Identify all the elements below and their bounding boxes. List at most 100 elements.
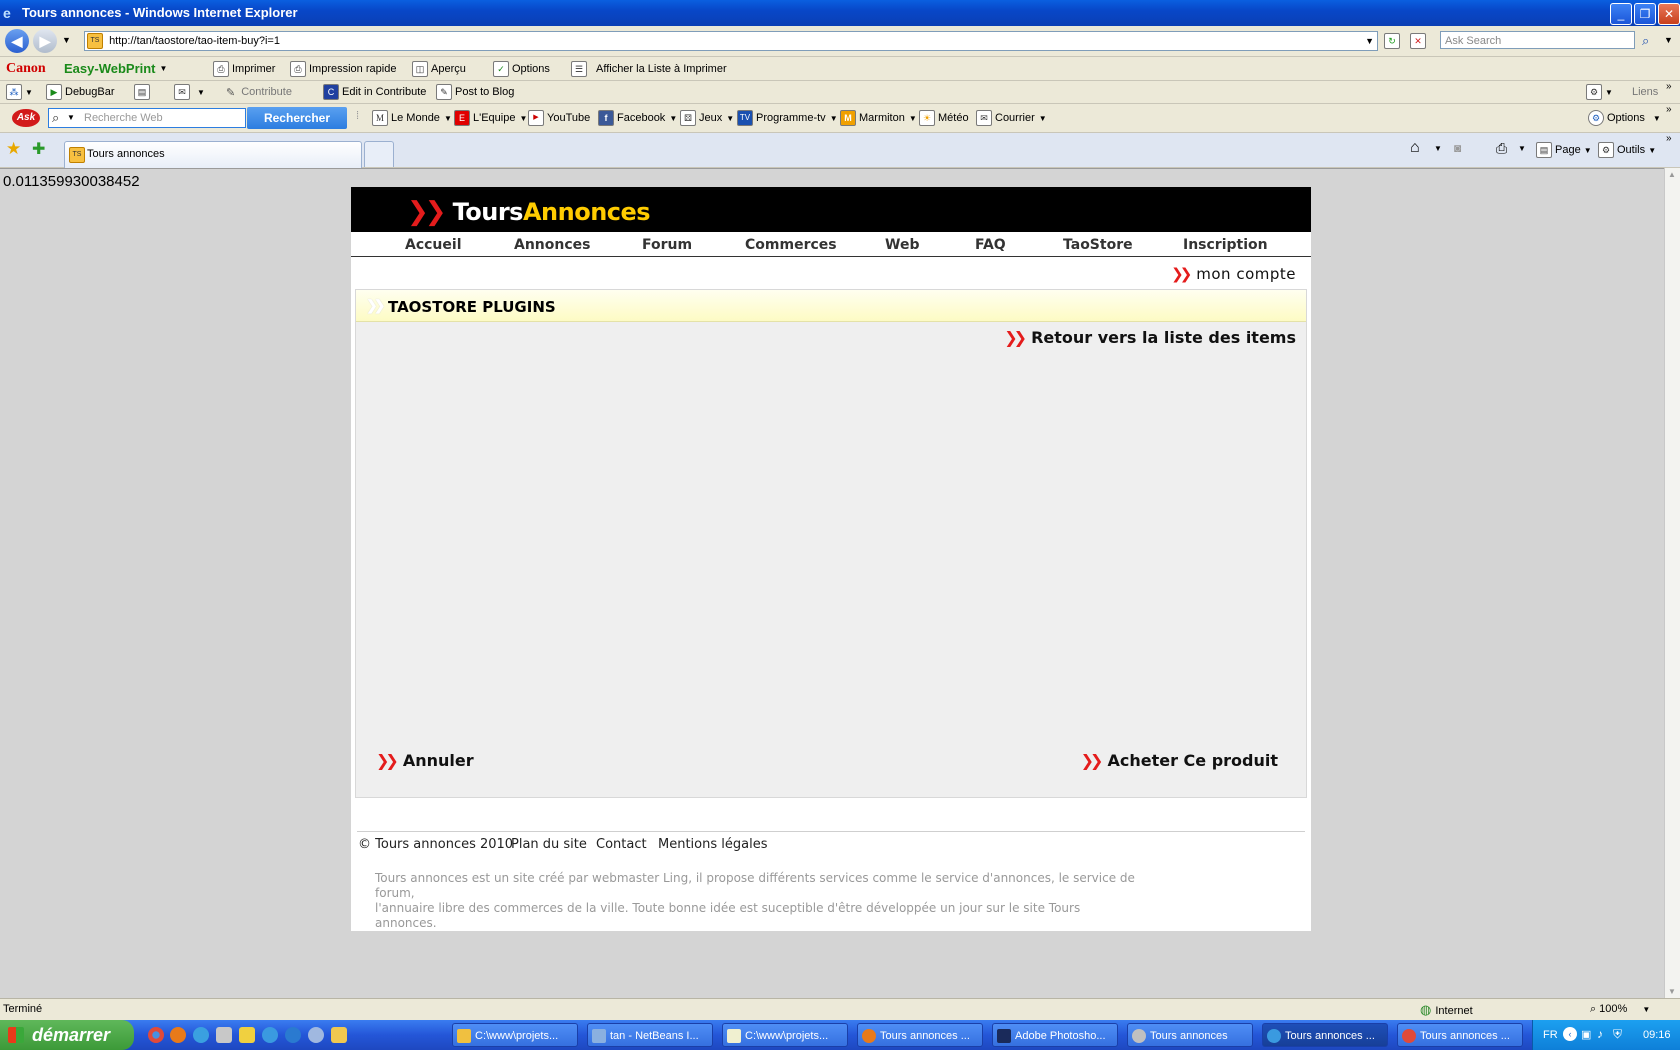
close-button[interactable]: ✕ bbox=[1658, 3, 1680, 25]
menu-item-forum[interactable]: Forum bbox=[642, 237, 692, 253]
window-title-bar[interactable]: e Tours annonces - Windows Internet Expl… bbox=[0, 0, 1680, 26]
globe-quicklaunch-icon[interactable] bbox=[308, 1027, 324, 1043]
meteo-link[interactable]: ☀ Météo bbox=[919, 104, 969, 132]
vertical-scrollbar[interactable]: ▲ ▼ bbox=[1664, 168, 1680, 998]
marmiton-link[interactable]: M Marmiton ▼ bbox=[840, 104, 917, 132]
stop-icon[interactable]: ✕ bbox=[1410, 33, 1426, 49]
clock[interactable]: 09:16 bbox=[1643, 1029, 1671, 1041]
lemonde-link[interactable]: M Le Monde ▼ bbox=[372, 104, 452, 132]
task-explorer-2[interactable]: C:\www\projets... bbox=[722, 1023, 848, 1047]
task-photoshop[interactable]: Adobe Photosho... bbox=[992, 1023, 1118, 1047]
menu-item-annonces[interactable]: Annonces bbox=[514, 237, 590, 253]
ie-quicklaunch-icon[interactable] bbox=[262, 1027, 278, 1043]
favorites-star-icon[interactable]: ★ bbox=[6, 139, 21, 159]
task-netbeans[interactable]: tan - NetBeans I... bbox=[587, 1023, 713, 1047]
facebook-link[interactable]: f Facebook ▼ bbox=[598, 104, 677, 132]
menu-item-taostore[interactable]: TaoStore bbox=[1063, 237, 1133, 253]
footer-link-mentions[interactable]: Mentions légales bbox=[658, 837, 767, 852]
page-viewport[interactable]: 0.011359930038452 ❯❯ ToursAnnonces Accuei… bbox=[0, 168, 1664, 999]
task-opera[interactable]: Tours annonces bbox=[1127, 1023, 1253, 1047]
menu-item-accueil[interactable]: Accueil bbox=[405, 237, 462, 253]
add-favorite-icon[interactable]: ✚ bbox=[32, 139, 45, 159]
footer-link-plan[interactable]: Plan du site bbox=[511, 837, 587, 852]
preview-button[interactable]: ◫ Aperçu bbox=[412, 57, 466, 80]
search-options-icon[interactable]: ▼ bbox=[1664, 35, 1673, 45]
footer-link-contact[interactable]: Contact bbox=[596, 837, 647, 852]
network-icon[interactable]: ▣ bbox=[1581, 1028, 1591, 1041]
menu-item-web[interactable]: Web bbox=[885, 237, 919, 253]
print-list-button[interactable]: ☰ Afficher la Liste à Imprimer bbox=[571, 57, 727, 80]
history-dropdown-icon[interactable]: ▼ bbox=[62, 35, 71, 45]
zone-indicator[interactable]: ◍ Internet bbox=[1420, 1002, 1473, 1018]
print-button[interactable]: ⎙ Imprimer bbox=[213, 57, 275, 80]
lequipe-link[interactable]: E L'Equipe ▼ bbox=[454, 104, 527, 132]
rechercher-button[interactable]: Rechercher bbox=[247, 107, 347, 129]
ask-logo-icon[interactable]: Ask bbox=[12, 109, 40, 127]
more-chevron-icon[interactable]: » bbox=[1666, 133, 1672, 144]
refresh-icon[interactable]: ↻ bbox=[1384, 33, 1400, 49]
tray-expand-icon[interactable]: ‹ bbox=[1563, 1027, 1577, 1041]
post-to-blog-button[interactable]: ✎ Post to Blog bbox=[436, 81, 514, 103]
scroll-up-icon[interactable]: ▲ bbox=[1668, 170, 1676, 179]
buy-product-link[interactable]: ❯❯ Acheter Ce produit bbox=[1081, 751, 1278, 770]
rss-icon[interactable]: ◙ bbox=[1454, 141, 1461, 155]
canon-options-button[interactable]: ✓ Options bbox=[493, 57, 550, 80]
print-icon[interactable]: ⎙ bbox=[1496, 140, 1507, 157]
messenger-quicklaunch-icon[interactable] bbox=[193, 1027, 209, 1043]
print-dropdown-icon[interactable]: ▼ bbox=[1518, 144, 1526, 153]
home-icon[interactable]: ⌂ bbox=[1410, 139, 1420, 157]
scroll-down-icon[interactable]: ▼ bbox=[1668, 987, 1676, 996]
maximize-button[interactable]: ❐ bbox=[1634, 3, 1656, 25]
paint-quicklaunch-icon[interactable] bbox=[239, 1027, 255, 1043]
chrome-quicklaunch-icon[interactable] bbox=[148, 1027, 164, 1043]
folder-quicklaunch-icon[interactable] bbox=[331, 1027, 347, 1043]
tab-tours-annonces[interactable]: TS Tours annonces bbox=[64, 141, 362, 168]
ask-search-input[interactable]: ⌕ ▼ Recherche Web bbox=[48, 108, 246, 128]
menu-item-inscription[interactable]: Inscription bbox=[1183, 237, 1268, 253]
tools-menu[interactable]: ⚙ Outils ▼ bbox=[1598, 142, 1656, 158]
back-button[interactable]: ◀ bbox=[5, 29, 29, 53]
mon-compte-link[interactable]: ❯❯ mon compte bbox=[1171, 265, 1296, 283]
courrier-link[interactable]: ✉ Courrier ▼ bbox=[976, 104, 1047, 132]
page-icon-button[interactable]: ▤ bbox=[134, 81, 153, 103]
new-tab-button[interactable] bbox=[364, 141, 394, 167]
quick-print-button[interactable]: ⎙ Impression rapide bbox=[290, 57, 396, 80]
antivirus-icon[interactable]: ⛨ bbox=[1613, 1027, 1622, 1042]
task-firefox[interactable]: Tours annonces ... bbox=[857, 1023, 983, 1047]
edit-in-contribute-button[interactable]: C Edit in Contribute bbox=[323, 81, 426, 103]
page-menu[interactable]: ▤ Page ▼ bbox=[1536, 142, 1592, 158]
url-dropdown-icon[interactable]: ▼ bbox=[1365, 32, 1374, 50]
mail-button[interactable]: ✉ ▼ bbox=[174, 81, 205, 103]
volume-icon[interactable]: ♪ bbox=[1597, 1027, 1603, 1041]
ask-options-button[interactable]: ⚙ Options ▼ bbox=[1588, 104, 1661, 132]
back-to-list-link[interactable]: ❯❯ Retour vers la liste des items bbox=[1004, 328, 1296, 347]
firefox-quicklaunch-icon[interactable] bbox=[170, 1027, 186, 1043]
start-button[interactable]: démarrer bbox=[0, 1020, 134, 1050]
cancel-link[interactable]: ❯❯ Annuler bbox=[376, 751, 474, 770]
site-logo[interactable]: ❯❯ ToursAnnonces bbox=[407, 197, 651, 227]
home-dropdown-icon[interactable]: ▼ bbox=[1434, 144, 1442, 153]
more-chevron-icon[interactable]: » bbox=[1666, 104, 1672, 115]
task-chrome[interactable]: Tours annonces ... bbox=[1397, 1023, 1523, 1047]
contribute-button[interactable]: ✎ Contribute bbox=[226, 81, 292, 103]
jeux-link[interactable]: ⚄ Jeux ▼ bbox=[680, 104, 734, 132]
search-icon[interactable]: ⌕ bbox=[1642, 33, 1649, 49]
ie-alt-quicklaunch-icon[interactable] bbox=[285, 1027, 301, 1043]
task-explorer-1[interactable]: C:\www\projets... bbox=[452, 1023, 578, 1047]
youtube-link[interactable]: ▶ YouTube bbox=[528, 104, 590, 132]
task-ie[interactable]: Tours annonces ... bbox=[1262, 1023, 1388, 1047]
menu-item-faq[interactable]: FAQ bbox=[975, 237, 1006, 253]
zoom-control[interactable]: ⌕ 100% ▼ bbox=[1590, 1003, 1650, 1016]
minimize-button[interactable]: _ bbox=[1610, 3, 1632, 25]
language-indicator[interactable]: FR bbox=[1543, 1029, 1558, 1041]
forward-button[interactable]: ▶ bbox=[33, 29, 57, 53]
more-chevron-icon[interactable]: » bbox=[1666, 81, 1672, 92]
easy-webprint-menu[interactable]: Easy-WebPrint ▼ bbox=[64, 57, 167, 80]
url-input[interactable]: TS http://tan/taostore/tao-item-buy?i=1 … bbox=[84, 31, 1378, 51]
links-menu[interactable]: ⁂ ▼ bbox=[6, 81, 33, 103]
menu-item-commerces[interactable]: Commerces bbox=[745, 237, 837, 253]
programme-tv-link[interactable]: TV Programme-tv ▼ bbox=[737, 104, 838, 132]
links-label[interactable]: Liens bbox=[1632, 81, 1658, 103]
separator-handle[interactable]: ⁞ bbox=[356, 110, 359, 122]
debugbar-button[interactable]: ▶ DebugBar bbox=[46, 81, 115, 103]
